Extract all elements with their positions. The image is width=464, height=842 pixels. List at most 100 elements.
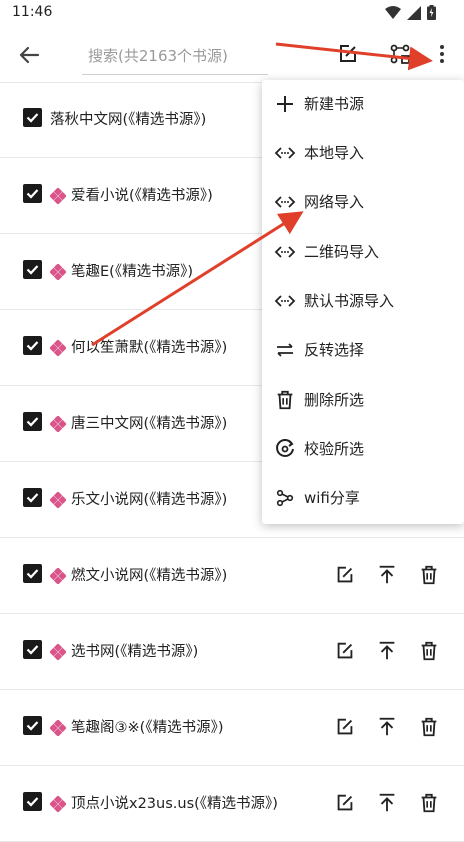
row-actions (334, 792, 440, 814)
source-group: (《精选书源》) (129, 188, 213, 204)
source-row[interactable]: 燃文小说网(《精选书源》) (0, 538, 464, 614)
back-arrow-icon[interactable] (14, 40, 44, 70)
menu-item[interactable]: wifi分享 (262, 474, 464, 522)
source-name: 落秋中文网 (50, 112, 123, 128)
delete-icon[interactable] (418, 792, 440, 814)
share-icon (274, 487, 296, 509)
diamond-icon (49, 339, 67, 357)
diamond-icon (49, 719, 67, 737)
source-group: (《精选书源》) (114, 644, 199, 660)
row-actions (334, 564, 440, 586)
source-name: 何以笙萧默 (71, 340, 144, 356)
source-name: 唐三中文网 (71, 416, 144, 432)
checkbox[interactable] (23, 260, 42, 279)
edit-icon[interactable] (334, 716, 356, 738)
diamond-icon (49, 263, 67, 281)
checkbox[interactable] (23, 108, 42, 127)
source-name: 燃文小说网 (71, 568, 144, 584)
source-group: (《精选书源》) (143, 492, 228, 508)
search-input[interactable] (82, 38, 274, 74)
wifi-icon (385, 5, 401, 24)
more-vert-icon[interactable] (430, 42, 454, 66)
checkbox[interactable] (23, 716, 42, 735)
checkbox[interactable] (23, 184, 42, 203)
source-name: 笔趣阁③※ (71, 720, 140, 736)
source-group: (《精选书源》) (143, 568, 228, 584)
diamond-icon (49, 187, 67, 205)
edit-icon[interactable] (334, 792, 356, 814)
diamond-icon (49, 643, 67, 661)
move-to-top-icon[interactable] (376, 564, 398, 586)
menu-item[interactable]: 反转选择 (262, 326, 464, 374)
source-name: 乐文小说网 (71, 492, 144, 508)
diamond-icon (49, 567, 67, 585)
move-to-top-icon[interactable] (376, 792, 398, 814)
overflow-menu: 新建书源本地导入网络导入二维码导入默认书源导入 反转选择删除所选校验所选 wifi分… (262, 80, 464, 524)
checkbox[interactable] (23, 488, 42, 507)
checkbox[interactable] (23, 564, 42, 583)
menu-item-label: 网络导入 (304, 193, 365, 211)
source-row[interactable]: 选书网(《精选书源》) (0, 614, 464, 690)
edit-icon[interactable] (334, 564, 356, 586)
checkbox[interactable] (23, 792, 42, 811)
code-arrows-icon (274, 241, 296, 263)
source-group: (《精选书源》) (122, 112, 207, 128)
toolbar (0, 26, 464, 83)
code-arrows-icon (274, 290, 296, 312)
source-group: (《精选书源》) (109, 264, 193, 280)
status-time: 11:46 (12, 4, 53, 20)
source-title: 燃文小说网(《精选书源》) (71, 564, 227, 585)
checkbox[interactable] (23, 640, 42, 659)
menu-item-label: 二维码导入 (304, 243, 380, 261)
checkbox[interactable] (23, 336, 42, 355)
signal-icon (407, 5, 421, 24)
code-arrows-icon (274, 191, 296, 213)
menu-item[interactable]: 校验所选 (262, 425, 464, 473)
source-title: 笔趣阁③※(《精选书源》) (71, 716, 223, 737)
delete-icon[interactable] (418, 640, 440, 662)
diamond-icon (49, 491, 67, 509)
move-to-top-icon[interactable] (376, 640, 398, 662)
code-arrows-icon (274, 142, 296, 164)
diamond-icon (49, 795, 67, 813)
delete-icon[interactable] (418, 564, 440, 586)
source-group: (《精选书源》) (139, 720, 224, 736)
status-bar: 11:46 (0, 0, 464, 26)
source-title: 笔趣E(《精选书源》) (71, 260, 193, 281)
delete-icon[interactable] (418, 716, 440, 738)
menu-item-label: 校验所选 (304, 440, 365, 458)
source-name: 顶点小说x23us.us (71, 796, 195, 812)
source-title: 选书网(《精选书源》) (71, 640, 198, 661)
source-title: 爱看小说(《精选书源》) (71, 184, 213, 205)
menu-item-label: 新建书源 (304, 95, 365, 113)
menu-item[interactable]: 二维码导入 (262, 228, 464, 276)
menu-item[interactable]: 新建书源 (262, 80, 464, 128)
source-group: (《精选书源》) (143, 416, 228, 432)
source-name: 选书网 (71, 644, 115, 660)
source-group: (《精选书源》) (143, 340, 228, 356)
diamond-icon (49, 415, 67, 433)
menu-item-label: wifi分享 (304, 489, 360, 507)
trash-icon (274, 389, 296, 411)
menu-item-label: 本地导入 (304, 144, 365, 162)
edit-icon[interactable] (334, 640, 356, 662)
source-row[interactable]: 笔趣阁③※(《精选书源》) (0, 690, 464, 766)
battery-icon (427, 5, 436, 24)
menu-item[interactable]: 本地导入 (262, 129, 464, 177)
menu-item[interactable]: 默认书源导入 (262, 277, 464, 325)
plus-icon (274, 93, 296, 115)
source-name: 笔趣E (71, 264, 110, 280)
status-icons (385, 5, 436, 24)
edit-icon[interactable] (336, 42, 360, 66)
checkbox[interactable] (23, 412, 42, 431)
menu-item-label: 反转选择 (304, 341, 365, 359)
source-row[interactable]: 顶点小说x23us.us(《精选书源》) (0, 766, 464, 842)
menu-item-label: 默认书源导入 (304, 292, 395, 310)
menu-item[interactable]: 删除所选 (262, 376, 464, 424)
menu-item-label: 删除所选 (304, 391, 365, 409)
search-box[interactable] (82, 38, 274, 75)
group-share-icon[interactable] (388, 42, 412, 66)
row-actions (334, 716, 440, 738)
menu-item[interactable]: 网络导入 (262, 178, 464, 226)
move-to-top-icon[interactable] (376, 716, 398, 738)
